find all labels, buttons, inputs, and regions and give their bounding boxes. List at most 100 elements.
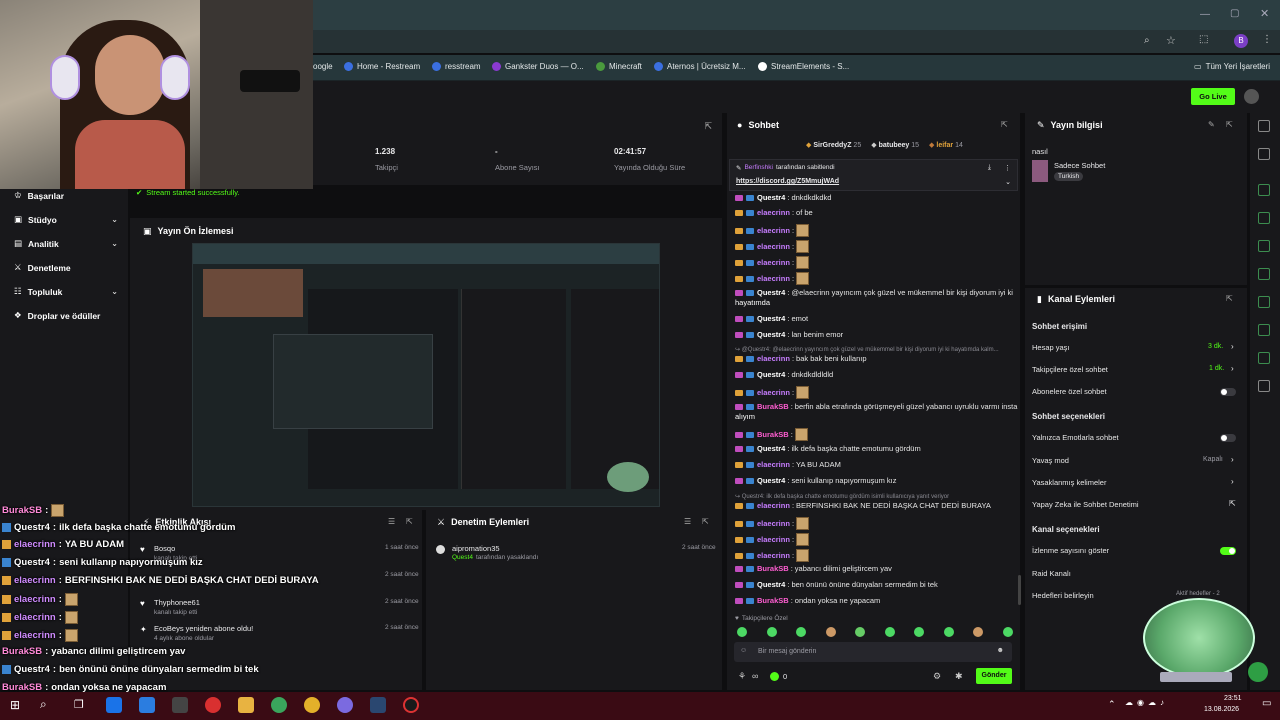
emote-shortcut-icon[interactable] <box>737 627 747 637</box>
bookmark-item[interactable]: Gankster Duos — O... <box>492 62 584 71</box>
widget-icon[interactable] <box>1258 240 1270 252</box>
nav-analytics[interactable]: ▤ Analitik ⌄ <box>14 238 118 249</box>
chat-username[interactable]: BurakSB <box>757 596 789 605</box>
tray-chevron-icon[interactable]: ⌃ <box>1108 699 1116 710</box>
media-icon[interactable] <box>205 697 221 713</box>
send-button[interactable]: Gönder <box>976 668 1012 684</box>
chat-username[interactable]: Questr4 <box>757 444 785 453</box>
menu-icon[interactable]: ⋮ <box>1262 34 1272 45</box>
chevron-right-icon[interactable]: › <box>1231 364 1234 373</box>
chat-username[interactable]: Questr4 <box>757 370 785 379</box>
settings-icon[interactable]: ✱ <box>955 671 963 682</box>
obs-icon[interactable] <box>403 697 419 713</box>
widget-icon[interactable] <box>1258 212 1270 224</box>
setting-value[interactable]: 3 dk. <box>1208 343 1223 350</box>
minimize-icon[interactable]: — <box>1200 9 1210 20</box>
chat-input[interactable]: ☺ Bir mesaj gönderin ☻ <box>734 642 1012 662</box>
setting-value[interactable]: 1 dk. <box>1209 365 1224 372</box>
chat-username[interactable]: Questr4 <box>757 330 785 339</box>
profile-avatar[interactable]: B <box>1234 34 1248 48</box>
all-bookmarks[interactable]: ▭ Tüm Yeri İşaretleri <box>1194 62 1270 71</box>
chat-username[interactable]: elaecrinn <box>757 519 790 528</box>
chat-username[interactable]: elaecrinn <box>757 242 790 251</box>
folder-icon[interactable] <box>238 697 254 713</box>
maximize-icon[interactable]: ▢ <box>1230 8 1239 19</box>
nav-community[interactable]: ☷ Topluluk ⌄ <box>14 286 118 297</box>
filter-icon[interactable]: ☰ <box>388 517 395 526</box>
search-icon[interactable]: ⌕ <box>40 697 47 712</box>
setting-label[interactable]: Yasaklanmış kelimeler <box>1032 478 1106 487</box>
chat-username[interactable]: elaecrinn <box>757 535 790 544</box>
pinned-link[interactable]: https://discord.gg/Z5MmujWAd <box>736 178 839 185</box>
chat-username[interactable]: BurakSB <box>757 402 789 411</box>
emote-picker-icon[interactable]: ☻ <box>997 647 1004 654</box>
info-icon[interactable] <box>1258 120 1270 132</box>
chevron-down-icon[interactable]: ⌄ <box>1005 178 1011 186</box>
nav-achievements[interactable]: ♔ Başarılar <box>14 190 64 201</box>
chat-username[interactable]: elaecrinn <box>757 354 790 363</box>
widget-icon[interactable] <box>1258 268 1270 280</box>
bookmark-item[interactable]: Aternos | Ücretsiz M... <box>654 62 746 71</box>
chat-username[interactable]: elaecrinn <box>757 258 790 267</box>
widget-icon[interactable] <box>1258 184 1270 196</box>
emote-only-toggle[interactable] <box>1220 434 1236 442</box>
setting-label[interactable]: Yavaş mod <box>1032 456 1069 465</box>
chevron-right-icon[interactable]: › <box>1231 455 1234 464</box>
filter-icon[interactable]: ☰ <box>684 517 691 526</box>
discord-icon[interactable] <box>337 697 353 713</box>
external-link-icon[interactable]: ⇱ <box>1229 499 1236 508</box>
zoom-icon[interactable]: ⌕ <box>1144 35 1150 46</box>
close-icon[interactable]: ✕ <box>1260 7 1269 20</box>
store-icon[interactable] <box>172 697 188 713</box>
setting-value[interactable]: Aktif hedefler - 2 <box>1176 591 1220 597</box>
popout-icon[interactable]: ⇱ <box>1226 294 1233 303</box>
setting-label[interactable]: Hesap yaşı <box>1032 343 1070 352</box>
go-live-button[interactable]: Go Live <box>1191 88 1235 105</box>
emoji-icon[interactable]: ☺ <box>740 647 747 654</box>
emote-shortcut-icon[interactable] <box>825 627 836 637</box>
setting-label[interactable]: Yapay Zeka ile Sohbet Denetimi <box>1032 500 1139 509</box>
setting-label[interactable]: Hedefleri belirleyin <box>1032 591 1094 600</box>
chat-username[interactable]: Questr4 <box>757 476 785 485</box>
nav-moderation[interactable]: ⚔ Denetleme <box>14 262 71 273</box>
popout-icon[interactable]: ⇱ <box>704 121 712 132</box>
nav-studio[interactable]: ▣ Stüdyo ⌄ <box>14 214 118 225</box>
chat-username[interactable]: BurakSB <box>757 430 789 439</box>
popout-icon[interactable]: ⇱ <box>702 517 709 526</box>
chat-username[interactable]: elaecrinn <box>757 388 790 397</box>
gear-icon[interactable]: ⚙ <box>933 671 941 682</box>
chat-username[interactable]: Questr4 <box>757 580 785 589</box>
emote-shortcut-icon[interactable] <box>1002 627 1013 637</box>
emote-shortcut-icon[interactable] <box>884 627 895 637</box>
popout-icon[interactable]: ⇱ <box>1001 120 1008 129</box>
setting-label[interactable]: Takipçilere özel sohbet <box>1032 365 1108 374</box>
edit-icon[interactable]: ✎ <box>1208 120 1215 129</box>
bookmark-item[interactable]: Home - Restream <box>344 62 420 71</box>
windows-start-icon[interactable]: ⊞ <box>10 698 20 712</box>
setting-label[interactable]: Raid Kanalı <box>1032 569 1071 578</box>
emote-shortcut-icon[interactable] <box>796 627 806 637</box>
star-icon[interactable]: ☆ <box>1166 34 1176 47</box>
chat-username[interactable]: elaecrinn <box>757 460 790 469</box>
tray-icons[interactable]: ☁◉☁♪ <box>1125 698 1185 710</box>
widget-icon[interactable] <box>1258 352 1270 364</box>
popout-icon[interactable]: ⇱ <box>1226 120 1233 129</box>
bookmark-item[interactable]: resstream <box>432 62 481 71</box>
edge-icon[interactable] <box>106 697 122 713</box>
emote-shortcut-icon[interactable] <box>914 627 924 637</box>
bookmark-item[interactable]: Minecraft <box>596 62 642 71</box>
stream-preview-video[interactable] <box>192 243 660 507</box>
setting-value[interactable]: Kapalı <box>1203 456 1223 463</box>
emote-shortcut-icon[interactable] <box>973 627 983 637</box>
user-avatar[interactable] <box>1244 89 1259 104</box>
chrome-icon[interactable] <box>271 697 287 713</box>
bookmark-item[interactable]: StreamElements - S... <box>758 62 849 71</box>
pin-icon[interactable]: ⤓ <box>988 164 991 172</box>
chat-username[interactable]: elaecrinn <box>757 551 790 560</box>
chat-username[interactable]: BurakSB <box>757 564 789 573</box>
chevron-right-icon[interactable]: › <box>1231 477 1234 486</box>
emote-shortcut-icon[interactable] <box>943 627 954 637</box>
chevron-right-icon[interactable]: › <box>1231 342 1234 351</box>
more-icon[interactable]: ⋮ <box>1004 164 1011 172</box>
chat-username[interactable]: elaecrinn <box>757 226 790 235</box>
